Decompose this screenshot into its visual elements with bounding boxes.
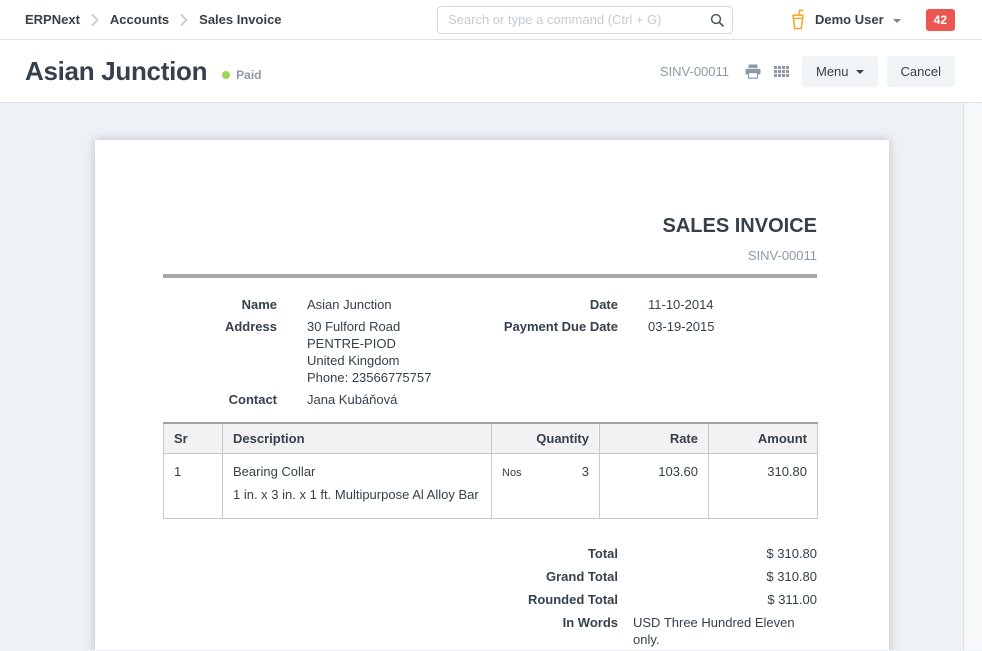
detail-row-name: Name Asian Junction: [163, 296, 490, 313]
item-amount: 310.80: [709, 454, 818, 519]
menu-button[interactable]: Menu: [802, 56, 878, 87]
detail-label: Contact: [163, 391, 277, 408]
notification-badge[interactable]: 42: [926, 9, 955, 31]
search-input[interactable]: [437, 6, 733, 34]
items-table: Sr Description Quantity Rate Amount 1 Be…: [163, 422, 818, 519]
grand-total-value: $ 310.80: [633, 568, 817, 585]
detail-label: Name: [163, 296, 277, 313]
status-badge: Paid: [236, 68, 261, 82]
cancel-button-label: Cancel: [901, 64, 941, 79]
table-row: 1 Bearing Collar 1 in. x 3 in. x 1 ft. M…: [164, 454, 818, 519]
items-table-header-row: Sr Description Quantity Rate Amount: [164, 423, 818, 454]
in-words-row: In Words USD Three Hundred Eleven only.: [163, 614, 817, 648]
chevron-right-icon: [91, 14, 99, 26]
grand-total-row: Grand Total $ 310.80: [163, 568, 817, 585]
detail-label: Date: [490, 296, 618, 313]
detail-label: Payment Due Date: [490, 318, 618, 335]
divider: [163, 274, 817, 278]
cancel-button[interactable]: Cancel: [887, 56, 955, 87]
print-preview-area: SALES INVOICE SINV-00011 Name Asian Junc…: [0, 103, 982, 650]
detail-value: Asian Junction: [307, 296, 392, 313]
vertical-scrollbar[interactable]: [963, 103, 982, 650]
detail-row-address: Address 30 Fulford Road PENTRE-PIOD Unit…: [163, 318, 490, 386]
page-head: Asian Junction Paid SINV-00011 Menu Canc…: [0, 40, 982, 103]
total-label: Total: [163, 545, 618, 562]
menu-button-label: Menu: [816, 64, 849, 79]
detail-value: 03-19-2015: [648, 318, 715, 335]
breadcrumb-item-accounts[interactable]: Accounts: [110, 12, 169, 27]
item-qty-value: 3: [582, 463, 589, 480]
total-value: $ 310.80: [633, 545, 817, 562]
user-menu[interactable]: Demo User: [790, 9, 901, 30]
rounded-total-row: Rounded Total $ 311.00: [163, 591, 817, 608]
print-icon[interactable]: [745, 64, 761, 79]
item-description-detail: 1 in. x 3 in. x 1 ft. Multipurpose Al Al…: [233, 486, 481, 503]
page-title: Asian Junction: [25, 56, 207, 87]
top-navbar: ERPNext Accounts Sales Invoice Demo User…: [0, 0, 982, 40]
chevron-right-icon: [180, 14, 188, 26]
in-words-value: USD Three Hundred Eleven only.: [633, 614, 817, 648]
detail-row-payment-due-date: Payment Due Date 03-19-2015: [490, 318, 817, 335]
caret-down-icon: [856, 70, 864, 74]
breadcrumb: ERPNext Accounts Sales Invoice: [25, 12, 282, 27]
column-header-description: Description: [223, 423, 492, 454]
customer-details: Name Asian Junction Address 30 Fulford R…: [163, 296, 490, 413]
detail-value: 11-10-2014: [648, 296, 714, 313]
global-search: [437, 6, 733, 34]
detail-value: Jana Kubáňová: [307, 391, 397, 408]
column-header-quantity: Quantity: [492, 423, 600, 454]
column-header-rate: Rate: [600, 423, 709, 454]
detail-row-contact: Contact Jana Kubáňová: [163, 391, 490, 408]
rounded-total-label: Rounded Total: [163, 591, 618, 608]
in-words-label: In Words: [163, 614, 618, 648]
grid-view-icon[interactable]: [774, 66, 789, 77]
totals-section: Total $ 310.80 Grand Total $ 310.80 Roun…: [163, 545, 817, 648]
detail-value: 30 Fulford Road PENTRE-PIOD United Kingd…: [307, 318, 431, 386]
item-description: Bearing Collar 1 in. x 3 in. x 1 ft. Mul…: [223, 454, 492, 519]
column-header-sr: Sr: [164, 423, 223, 454]
item-rate: 103.60: [600, 454, 709, 519]
user-name: Demo User: [815, 12, 884, 27]
invoice-number: SINV-00011: [163, 248, 817, 263]
juice-cup-icon: [790, 9, 806, 30]
item-sr: 1: [164, 454, 223, 519]
detail-label: Address: [163, 318, 277, 386]
invoice-title: SALES INVOICE: [163, 215, 817, 238]
column-header-amount: Amount: [709, 423, 818, 454]
detail-row-date: Date 11-10-2014: [490, 296, 817, 313]
grand-total-label: Grand Total: [163, 568, 618, 585]
item-name: Bearing Collar: [233, 463, 481, 480]
item-uom: Nos: [502, 463, 522, 482]
invoice-details: Name Asian Junction Address 30 Fulford R…: [163, 296, 817, 413]
status-indicator: Paid: [222, 68, 261, 82]
page-head-actions: SINV-00011 Menu Cancel: [660, 56, 955, 87]
date-details: Date 11-10-2014 Payment Due Date 03-19-2…: [490, 296, 817, 413]
total-row: Total $ 310.80: [163, 545, 817, 562]
item-quantity: Nos 3: [492, 454, 600, 519]
document-id: SINV-00011: [660, 64, 729, 79]
invoice-paper: SALES INVOICE SINV-00011 Name Asian Junc…: [95, 140, 889, 650]
caret-down-icon: [893, 19, 901, 23]
breadcrumb-item-erpnext[interactable]: ERPNext: [25, 12, 80, 27]
rounded-total-value: $ 311.00: [633, 591, 817, 608]
status-dot-icon: [222, 71, 230, 79]
breadcrumb-item-sales-invoice[interactable]: Sales Invoice: [199, 12, 281, 27]
